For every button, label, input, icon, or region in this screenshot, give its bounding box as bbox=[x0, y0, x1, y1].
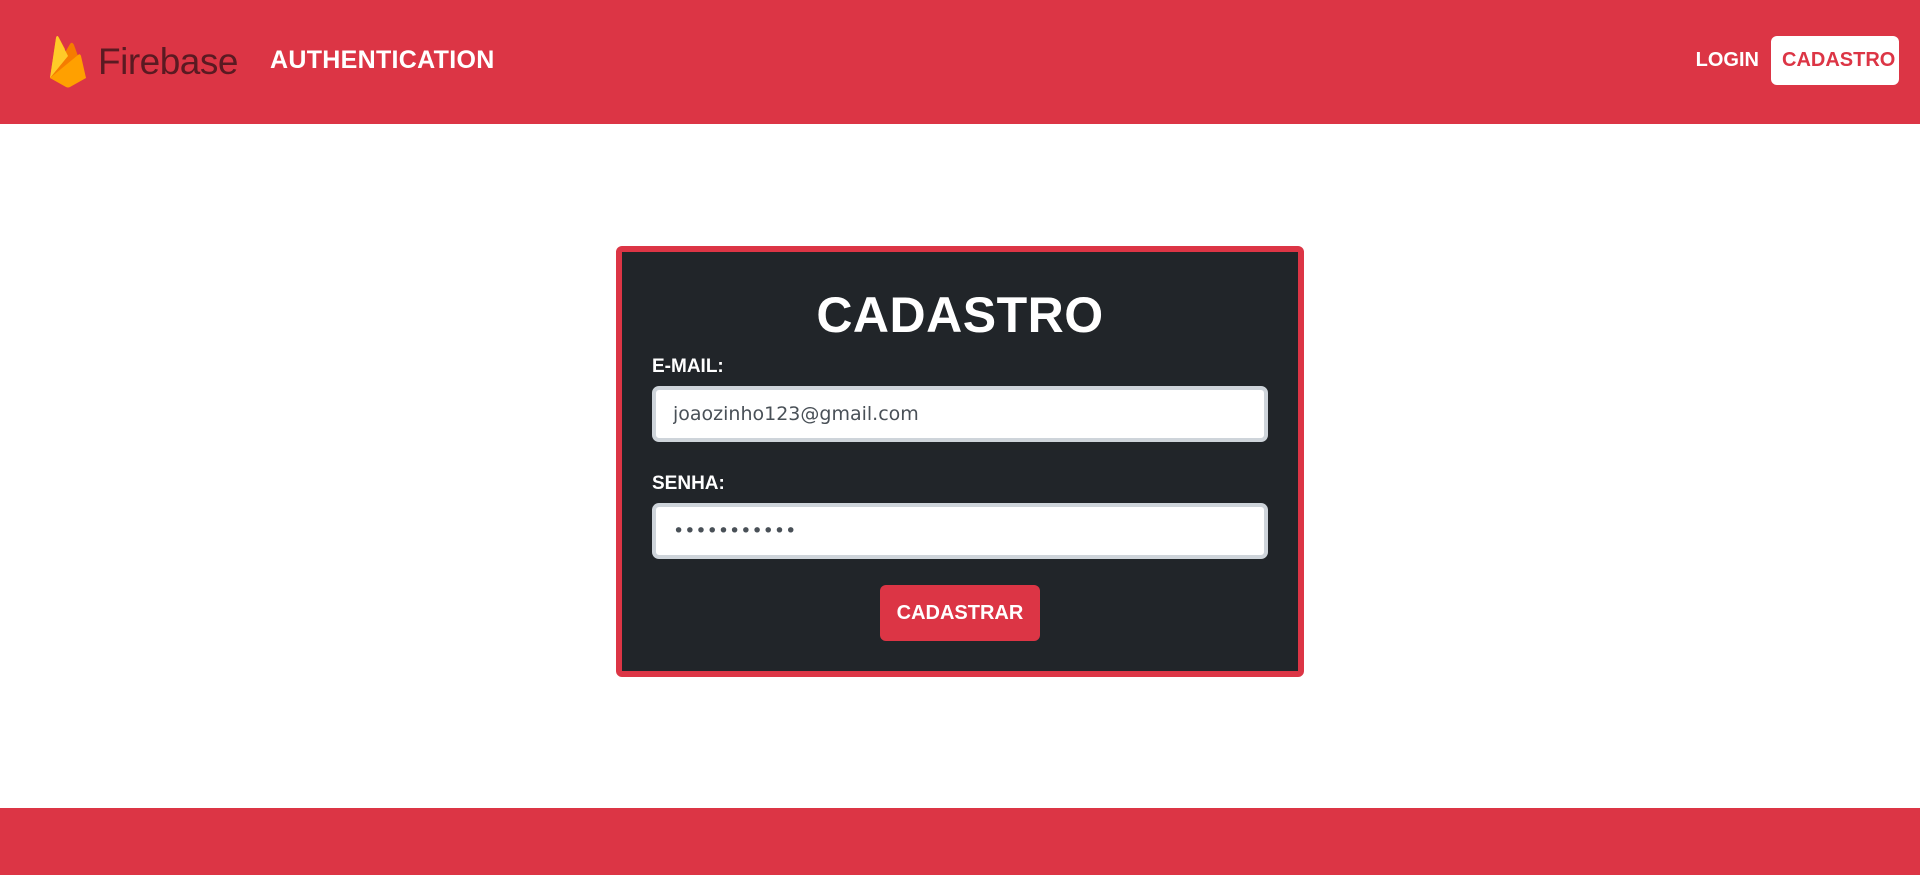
email-label: E-MAIL: bbox=[652, 356, 724, 377]
cadastrar-button[interactable]: CADASTRAR bbox=[880, 585, 1040, 641]
section-title: AUTHENTICATION bbox=[270, 46, 495, 74]
footer-bar bbox=[0, 808, 1920, 875]
nav-links: LOGIN CADASTRO bbox=[1686, 36, 1899, 85]
password-field[interactable] bbox=[652, 503, 1268, 559]
nav-cadastro-link[interactable]: CADASTRO bbox=[1771, 36, 1899, 85]
form-title: CADASTRO bbox=[816, 287, 1104, 343]
signup-card: CADASTRO E-MAIL: SENHA: CADASTRAR bbox=[616, 246, 1304, 677]
brand-logo-link[interactable]: Firebase bbox=[48, 33, 238, 91]
top-navbar: Firebase AUTHENTICATION LOGIN CADASTRO bbox=[0, 0, 1920, 124]
firebase-flame-icon bbox=[48, 34, 88, 90]
password-label: SENHA: bbox=[652, 473, 725, 494]
nav-login-link[interactable]: LOGIN bbox=[1686, 37, 1769, 84]
email-field[interactable] bbox=[652, 386, 1268, 442]
brand-wordmark: Firebase bbox=[98, 41, 238, 82]
